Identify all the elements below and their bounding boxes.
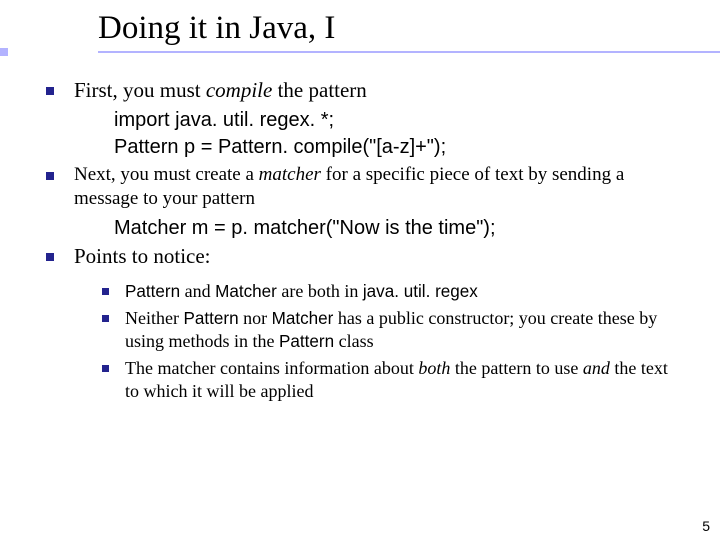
bullet-icon (102, 288, 109, 295)
emph: and (583, 358, 610, 378)
sub-bullet: The matcher contains information about b… (102, 357, 680, 403)
code-span: java. util. regex (363, 282, 478, 301)
bullet-text: First, you must compile the pattern (74, 77, 680, 104)
slide: Doing it in Java, I First, you must comp… (0, 0, 720, 540)
text: The matcher contains information about (125, 358, 418, 378)
slide-content: First, you must compile the pattern impo… (46, 77, 680, 403)
text: nor (239, 308, 272, 328)
sub-text: Neither Pattern nor Matcher has a public… (125, 307, 680, 353)
code-line: import java. util. regex. *; (114, 108, 680, 134)
code-span: Pattern (125, 282, 180, 301)
code-span: Matcher (272, 309, 334, 328)
sub-text: Pattern and Matcher are both in java. ut… (125, 280, 680, 303)
code-span: Pattern (279, 332, 334, 351)
emph: both (418, 358, 450, 378)
sub-bullet: Neither Pattern nor Matcher has a public… (102, 307, 680, 353)
code-span: Matcher (215, 282, 277, 301)
sub-bullet: Pattern and Matcher are both in java. ut… (102, 280, 680, 303)
bullet-text: Next, you must create a matcher for a sp… (74, 163, 680, 212)
bullet-icon (102, 365, 109, 372)
bullet-icon (46, 172, 54, 180)
bullet-text: Points to notice: (74, 243, 680, 270)
sub-bullets: Pattern and Matcher are both in java. ut… (102, 280, 680, 403)
bullet-icon (46, 253, 54, 261)
text: Next, you must create a (74, 164, 259, 185)
bullet-compile: First, you must compile the pattern (46, 77, 680, 104)
text: and (180, 281, 215, 301)
emph: compile (206, 78, 272, 102)
text: are both in (277, 281, 363, 301)
bullet-points: Points to notice: (46, 243, 680, 270)
sub-text: The matcher contains information about b… (125, 357, 680, 403)
emph: matcher (259, 164, 321, 185)
page-number: 5 (702, 518, 710, 534)
code-line: Pattern p = Pattern. compile("[a-z]+"); (114, 135, 680, 161)
text: First, you must (74, 78, 206, 102)
text: class (334, 331, 374, 351)
text: Neither (125, 308, 183, 328)
bullet-icon (102, 315, 109, 322)
code-line: Matcher m = p. matcher("Now is the time"… (114, 216, 680, 242)
bullet-matcher: Next, you must create a matcher for a sp… (46, 163, 680, 212)
text: the pattern to use (450, 358, 582, 378)
slide-title: Doing it in Java, I (98, 10, 680, 49)
text: the pattern (272, 78, 366, 102)
bullet-icon (46, 87, 54, 95)
code-span: Pattern (183, 309, 238, 328)
